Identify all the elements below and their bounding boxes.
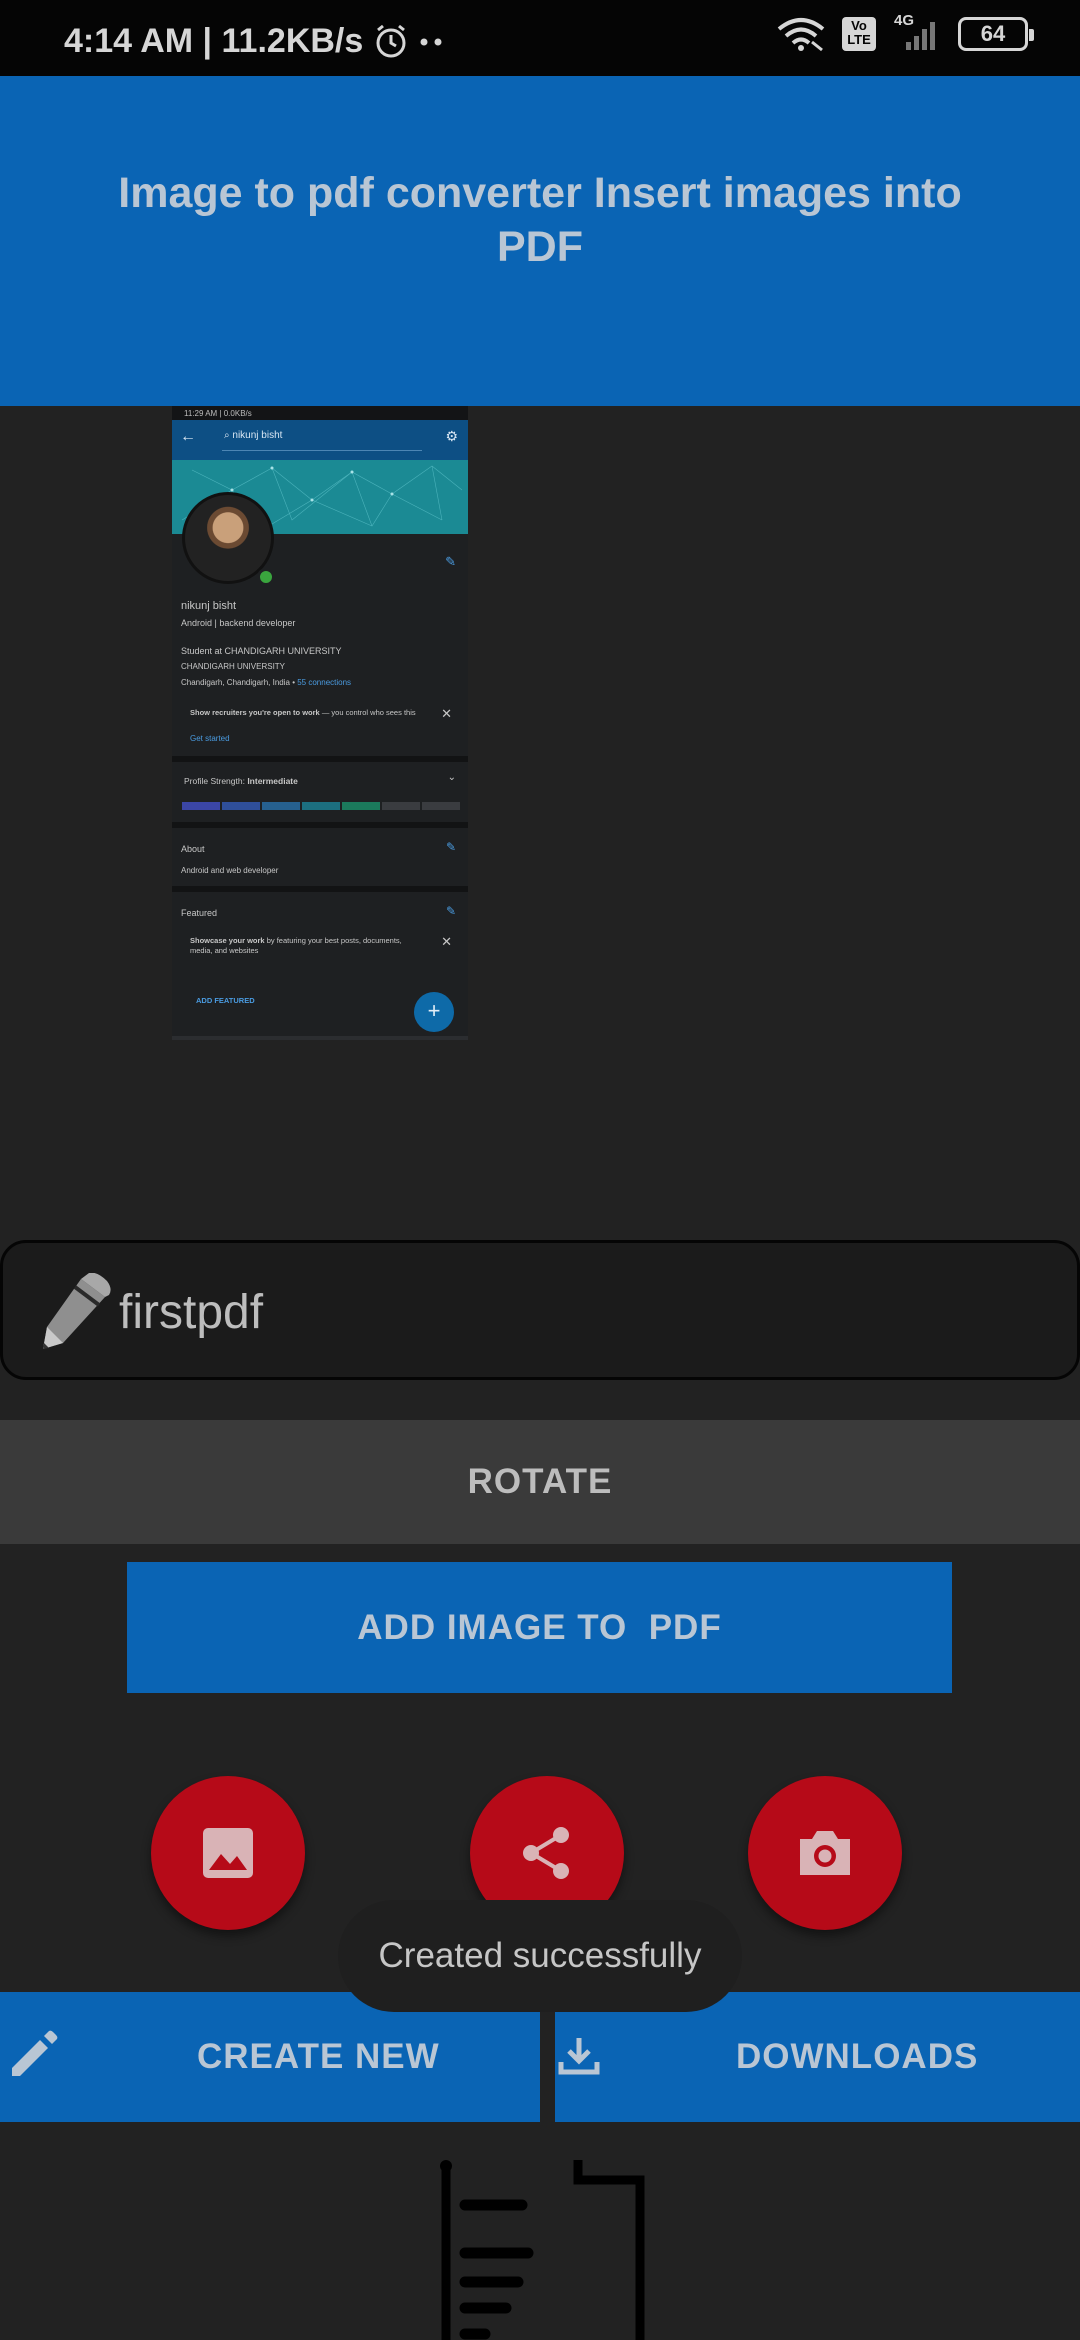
camera-icon: [800, 1831, 850, 1875]
preview-topbar: ← ⌕ nikunj bisht ⚙: [172, 420, 468, 460]
status-right: Vo LTE 4G 64: [776, 12, 1034, 52]
signal-group: 4G: [892, 12, 942, 52]
status-left: 4:14 AM | 11.2KB/s: [64, 22, 445, 61]
signal-icon: [906, 22, 935, 50]
add-image-to-pdf-button[interactable]: ADD IMAGE TO PDF: [127, 1562, 952, 1693]
preview-showcase: Showcase your work by featuring your bes…: [190, 936, 420, 956]
preview-featured-close-icon: ✕: [441, 934, 452, 949]
preview-strength-segment: [382, 802, 420, 810]
preview-featured-edit-icon: ✎: [445, 904, 456, 918]
preview-add-featured: ADD FEATURED: [196, 996, 255, 1005]
preview-divider: [172, 756, 468, 762]
status-bar: 4:14 AM | 11.2KB/s Vo LTE 4G 64: [0, 0, 1080, 76]
preview-divider: [172, 822, 468, 828]
preview-strength-segment: [422, 802, 460, 810]
preview-location: Chandigarh, Chandigarh, India: [181, 678, 290, 687]
preview-location-row: Chandigarh, Chandigarh, India • 55 conne…: [181, 678, 352, 687]
preview-search-underline: [222, 450, 422, 451]
preview-chevron-down-icon: ⌄: [447, 772, 456, 783]
pencil-icon: [43, 1273, 111, 1349]
preview-about-edit-icon: ✎: [445, 840, 456, 854]
app-header: Image to pdf converter Insert images int…: [0, 76, 1080, 406]
preview-close-icon: ✕: [441, 706, 452, 721]
preview-strength-segment: [182, 802, 220, 810]
toast-message: Created successfully: [338, 1900, 742, 2012]
edit-icon: [12, 2030, 58, 2076]
preview-name: nikunj bisht: [181, 600, 237, 612]
preview-status-bar: 11:29 AM | 0.0KB/s: [172, 406, 468, 420]
preview-get-started: Get started: [190, 734, 230, 743]
preview-about-text: Android and web developer: [181, 866, 279, 875]
preview-strength-bar: [182, 802, 460, 810]
preview-strength-value: Intermediate: [247, 776, 298, 786]
share-icon: [523, 1827, 569, 1879]
preview-strength-segment: [342, 802, 380, 810]
app-title: Image to pdf converter Insert images int…: [118, 169, 962, 271]
image-preview[interactable]: 11:29 AM | 0.0KB/s ← ⌕ nikunj bisht ⚙ ✎ …: [172, 406, 468, 1040]
preview-school: CHANDIGARH UNIVERSITY: [181, 662, 286, 671]
notification-dots-icon: [420, 38, 442, 45]
preview-education: Student at CHANDIGARH UNIVERSITY: [181, 646, 342, 656]
preview-add-icon: +: [414, 992, 454, 1032]
create-new-label: CREATE NEW: [197, 2037, 440, 2076]
preview-about-title: About: [181, 844, 205, 854]
gallery-button[interactable]: [151, 1776, 305, 1930]
preview-open-to-work-rest: — you control who sees this: [319, 708, 416, 717]
rotate-button[interactable]: ROTATE: [0, 1420, 1080, 1544]
preview-showcase-bold: Showcase your work: [190, 936, 265, 945]
volte-badge: Vo LTE: [842, 17, 876, 51]
downloads-label: DOWNLOADS: [736, 2037, 979, 2076]
preview-strength-segment: [302, 802, 340, 810]
preview-edit-icon: ✎: [445, 554, 456, 569]
preview-search-text: nikunj bisht: [232, 430, 283, 441]
preview-strength-segment: [262, 802, 300, 810]
alarm-icon: [376, 24, 406, 57]
document-icon: [440, 2160, 645, 2340]
preview-strength: Profile Strength: Intermediate: [184, 776, 298, 786]
download-icon: [558, 2038, 600, 2075]
battery-indicator: 64: [958, 17, 1034, 51]
preview-search: ⌕ nikunj bisht: [224, 430, 283, 441]
preview-open-to-work-bold: Show recruiters you're open to work: [190, 708, 320, 717]
preview-gear-icon: ⚙: [445, 428, 458, 444]
preview-strength-segment: [222, 802, 260, 810]
preview-strength-label: Profile Strength:: [184, 776, 248, 786]
camera-button[interactable]: [748, 1776, 902, 1930]
preview-online-dot: [257, 568, 275, 586]
preview-open-to-work: Show recruiters you're open to work — yo…: [190, 708, 430, 718]
preview-headline: Android | backend developer: [181, 618, 296, 628]
pdf-name-field[interactable]: firstpdf: [0, 1240, 1080, 1380]
preview-featured-title: Featured: [181, 908, 218, 918]
wifi-icon: [777, 18, 825, 52]
preview-connections: 55 connections: [297, 678, 352, 687]
preview-back-icon: ←: [180, 428, 196, 445]
status-time-speed: 4:14 AM | 11.2KB/s: [64, 22, 364, 60]
pdf-name-value: firstpdf: [119, 1286, 264, 1339]
preview-divider: [172, 886, 468, 892]
image-icon: [203, 1828, 253, 1878]
